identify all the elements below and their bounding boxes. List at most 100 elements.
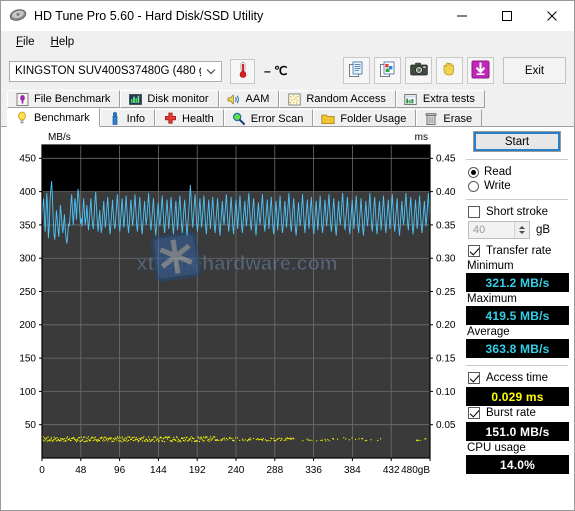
disk-monitor-icon: [128, 92, 142, 106]
checkbox-short-stroke[interactable]: Short stroke: [468, 206, 570, 218]
menu-file-mnemonic: F: [16, 36, 23, 48]
maximum-value: 419.5 MB/s: [485, 309, 549, 323]
cpu-usage-value: 14.0%: [500, 458, 535, 472]
svg-text:384: 384: [344, 465, 361, 476]
spin-up-icon: [519, 226, 525, 229]
short-stroke-spin-buttons[interactable]: [514, 222, 529, 238]
tab-random-access-label: Random Access: [306, 93, 385, 105]
benchmark-chart: xtremehardware.com MB/s ms 450 400 350 300 250 2…: [1, 127, 461, 487]
tab-health[interactable]: Health: [155, 109, 224, 127]
radio-write-indicator: [468, 181, 479, 192]
tab-benchmark[interactable]: Benchmark: [7, 108, 100, 127]
svg-text:250: 250: [19, 287, 36, 298]
svg-text:50: 50: [25, 420, 37, 431]
svg-text:450: 450: [19, 154, 36, 165]
short-stroke-spinbox[interactable]: 40: [468, 221, 530, 239]
tab-info[interactable]: Info: [100, 109, 155, 127]
radio-write[interactable]: Write: [468, 180, 570, 192]
svg-text:336: 336: [305, 465, 322, 476]
checkbox-transfer-rate-box: [468, 245, 480, 257]
tab-aam[interactable]: AAM: [219, 90, 280, 108]
divider-1: [466, 159, 568, 160]
svg-text:400: 400: [19, 187, 36, 198]
copy-document-icon: [348, 61, 365, 81]
copy-image-button[interactable]: [374, 57, 401, 84]
tab-info-label: Info: [127, 113, 145, 125]
cpu-usage-label: CPU usage: [467, 442, 570, 454]
cpu-usage-value-box: 14.0%: [466, 455, 569, 474]
svg-text:0.40: 0.40: [436, 187, 456, 198]
tab-file-benchmark[interactable]: File Benchmark: [7, 90, 120, 108]
tab-aam-label: AAM: [246, 93, 270, 105]
temperature-value: – ℃: [264, 64, 287, 78]
menu-help[interactable]: Help: [43, 34, 83, 50]
checkbox-transfer-rate[interactable]: Transfer rate: [468, 245, 570, 257]
burst-rate-value-box: 151.0 MB/s: [466, 422, 569, 441]
svg-text:96: 96: [114, 465, 126, 476]
tab-disk-monitor[interactable]: Disk monitor: [120, 90, 218, 108]
tab-extra-tests[interactable]: Extra tests: [396, 90, 485, 108]
average-value: 363.8 MB/s: [485, 342, 549, 356]
checkbox-access-time[interactable]: Access time: [468, 372, 570, 384]
tab-folder-usage[interactable]: Folder Usage: [313, 109, 416, 127]
tab-error-scan[interactable]: Error Scan: [224, 109, 314, 127]
screenshot-button[interactable]: [405, 57, 432, 84]
start-button[interactable]: Start: [473, 131, 561, 152]
copy-text-button[interactable]: [343, 57, 370, 84]
svg-text:0.05: 0.05: [436, 420, 456, 431]
chevron-down-icon: [201, 68, 221, 75]
maximize-button[interactable]: [484, 1, 529, 31]
checkbox-access-time-box: [468, 372, 480, 384]
title-bar: HD Tune Pro 5.60 - Hard Disk/SSD Utility: [1, 1, 574, 31]
svg-text:240: 240: [228, 465, 245, 476]
camera-icon: [410, 62, 428, 79]
download-button[interactable]: [467, 57, 494, 84]
hand-button[interactable]: [436, 57, 463, 84]
maximum-label: Maximum: [467, 293, 570, 305]
tab-error-scan-label: Error Scan: [251, 113, 304, 125]
minimize-button[interactable]: [439, 1, 484, 31]
checkbox-access-time-label: Access time: [486, 372, 548, 384]
tab-random-access[interactable]: Random Access: [279, 90, 395, 108]
copy-image-icon: [379, 61, 396, 81]
svg-text:144: 144: [150, 465, 167, 476]
checkbox-burst-rate[interactable]: Burst rate: [468, 407, 570, 419]
divider-3: [466, 365, 568, 366]
drive-select[interactable]: KINGSTON SUV400S37480G (480 gB): [9, 61, 222, 82]
menu-file[interactable]: File: [8, 34, 43, 50]
speaker-icon: [227, 92, 241, 106]
file-benchmark-icon: [15, 92, 29, 106]
toolbar: KINGSTON SUV400S37480G (480 gB) – ℃ Exit: [1, 53, 574, 89]
benchmark-chart-svg: xtremehardware.comMB/s ms4504003503002502…: [1, 127, 461, 487]
svg-text:ms: ms: [415, 132, 428, 143]
drive-select-value: KINGSTON SUV400S37480G (480 gB): [10, 65, 201, 77]
svg-text:100: 100: [19, 387, 36, 398]
minimum-value: 321.2 MB/s: [485, 276, 549, 290]
radio-write-label: Write: [484, 180, 511, 192]
tab-row-primary: Benchmark Info Health Error Scan Folder …: [7, 108, 574, 127]
hd-tune-window: HD Tune Pro 5.60 - Hard Disk/SSD Utility…: [0, 0, 575, 511]
radio-read[interactable]: Read: [468, 166, 570, 178]
maximum-value-box: 419.5 MB/s: [466, 306, 569, 325]
svg-text:0.10: 0.10: [436, 387, 456, 398]
svg-text:0.15: 0.15: [436, 354, 456, 365]
benchmark-panel: xtremehardware.com MB/s ms 450 400 350 300 250 2…: [1, 126, 574, 510]
tab-folder-usage-label: Folder Usage: [340, 113, 406, 125]
tab-erase[interactable]: Erase: [416, 109, 482, 127]
temperature-button[interactable]: [230, 59, 255, 84]
close-button[interactable]: [529, 1, 574, 31]
svg-text:48: 48: [75, 465, 87, 476]
short-stroke-value: 40: [469, 224, 514, 236]
extra-tests-icon: [404, 92, 418, 106]
tab-erase-label: Erase: [443, 113, 472, 125]
svg-text:350: 350: [19, 220, 36, 231]
svg-text:0.25: 0.25: [436, 287, 456, 298]
exit-button[interactable]: Exit: [503, 57, 566, 84]
tab-row-secondary: File Benchmark Disk monitor AAM Random A…: [7, 89, 574, 108]
hdtune-app-icon: [9, 7, 27, 25]
svg-text:150: 150: [19, 354, 36, 365]
random-access-icon: [287, 92, 301, 106]
checkbox-short-stroke-label: Short stroke: [486, 206, 548, 218]
window-controls: [439, 1, 574, 31]
short-stroke-stepper[interactable]: 40 gB: [468, 221, 570, 239]
